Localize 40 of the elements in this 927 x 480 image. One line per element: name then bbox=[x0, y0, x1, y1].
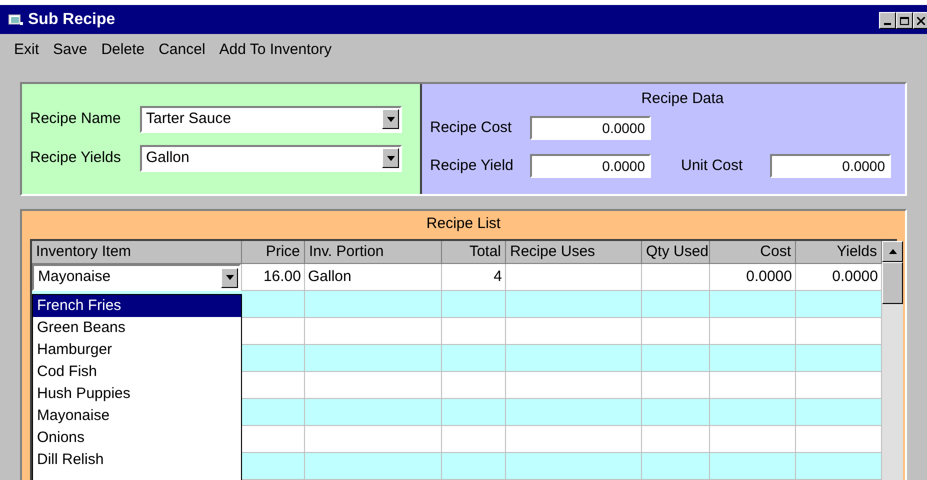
menu-item[interactable]: Cancel bbox=[158, 39, 206, 62]
dropdown-item[interactable]: Mayonaise bbox=[33, 405, 241, 427]
dropdown-item[interactable]: Onions bbox=[33, 427, 241, 449]
dropdown-item[interactable]: Green Beans bbox=[33, 317, 241, 339]
dropdown-item[interactable]: Cod Fish bbox=[33, 361, 241, 383]
table-cell: 0.0000 bbox=[796, 264, 882, 291]
window-title: Sub Recipe bbox=[28, 10, 116, 30]
field-label: Recipe Yield bbox=[430, 156, 514, 176]
field-label: Unit Cost bbox=[680, 156, 744, 176]
panel-title: Recipe Data bbox=[641, 88, 724, 109]
field-label: Recipe Name bbox=[30, 109, 122, 130]
dropdown-item[interactable]: French Fries bbox=[33, 295, 241, 317]
column-header[interactable]: Price bbox=[242, 241, 305, 264]
dropdown-item[interactable]: Dill Relish bbox=[33, 449, 241, 471]
recipe-yields-combo[interactable]: Gallon bbox=[140, 144, 402, 172]
unit-cost-field[interactable]: 0.0000 bbox=[770, 154, 891, 178]
table-cell: 16.00 bbox=[242, 264, 305, 291]
recipe-yield-field[interactable]: 0.0000 bbox=[530, 154, 651, 178]
column-header[interactable]: Yields bbox=[796, 241, 882, 264]
dropdown-item[interactable]: Hamburger bbox=[33, 339, 241, 361]
dropdown-item[interactable]: Hush Puppies bbox=[33, 383, 241, 405]
column-header[interactable]: Cost bbox=[710, 241, 796, 264]
menu-item[interactable]: Delete bbox=[101, 39, 145, 62]
column-header[interactable]: Inventory Item bbox=[32, 241, 242, 264]
table-cell: 4 bbox=[442, 264, 506, 291]
menu-item[interactable]: Add To Inventory bbox=[219, 39, 332, 62]
field-label: Recipe Yields bbox=[30, 148, 122, 168]
column-header[interactable]: Recipe Uses bbox=[506, 241, 642, 264]
panel-title: Recipe List bbox=[426, 214, 501, 234]
table-cell: 0.0000 bbox=[710, 264, 796, 291]
recipe-cost-field[interactable]: 0.0000 bbox=[530, 116, 651, 140]
menu-item[interactable]: Save bbox=[53, 39, 88, 62]
menu-item[interactable]: Exit bbox=[14, 39, 40, 62]
inventory-item-combo[interactable]: Mayonaise bbox=[32, 264, 241, 291]
column-header[interactable]: Inv. Portion bbox=[305, 241, 442, 264]
recipe-name-combo[interactable]: Tarter Sauce bbox=[140, 106, 402, 133]
table-cell: Gallon bbox=[305, 264, 442, 291]
field-label: Recipe Cost bbox=[430, 118, 513, 138]
column-header[interactable]: Qty Used bbox=[642, 241, 710, 264]
column-header[interactable]: Total bbox=[442, 241, 506, 264]
